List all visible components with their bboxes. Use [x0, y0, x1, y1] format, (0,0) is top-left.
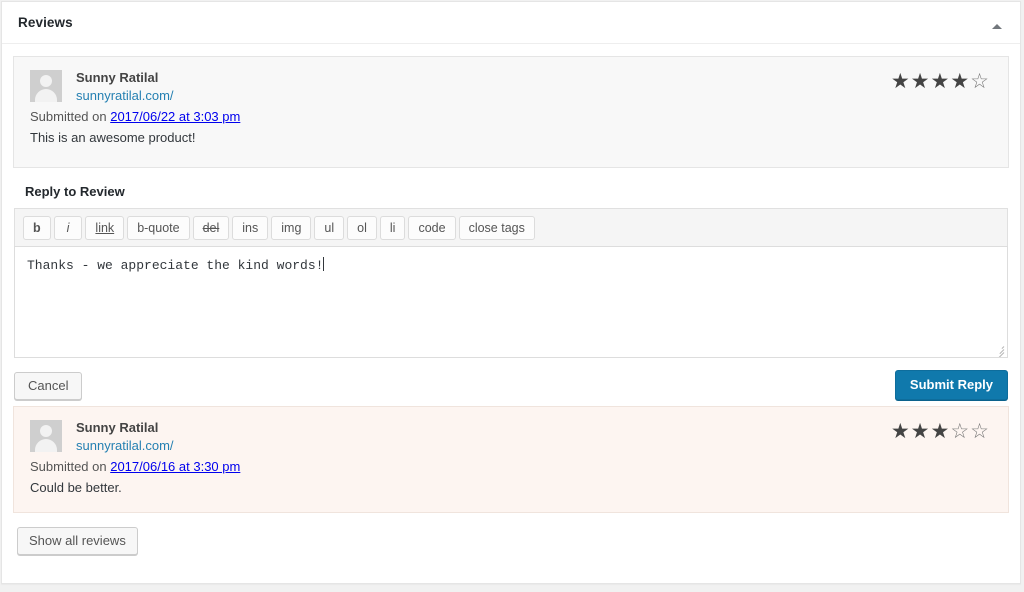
page-title: Reviews	[18, 15, 73, 30]
review-author-site[interactable]: sunnyratilal.com/	[76, 437, 992, 454]
submit-reply-button[interactable]: Submit Reply	[894, 370, 1008, 400]
stars-filled-icon: ★★★★	[890, 70, 971, 93]
review-meta: Submitted on 2017/06/16 at 3:30 pm	[30, 457, 992, 476]
resize-handle-icon[interactable]	[993, 344, 1005, 357]
quicktag-ol-button[interactable]: ol	[347, 216, 377, 240]
review-author-site-link[interactable]: sunnyratilal.com/	[76, 88, 174, 103]
avatar-head	[40, 75, 52, 87]
review-submitted-label: Submitted on	[30, 109, 111, 124]
quicktag-ins-button[interactable]: ins	[232, 216, 269, 240]
quicktag-code-button[interactable]: code	[408, 216, 456, 240]
stars-empty-icon: ☆☆	[950, 420, 990, 443]
cancel-button[interactable]: Cancel	[14, 372, 83, 400]
quicktag-link-button[interactable]: link	[85, 216, 125, 240]
stars-empty-icon: ☆	[970, 70, 990, 93]
quicktag-close-tags-button[interactable]: close tags	[458, 216, 535, 240]
reviews-metabox: Reviews Sunny Ratilal sunnyratilal.com/ …	[1, 1, 1021, 584]
review-date-link[interactable]: 2017/06/22 at 3:03 pm	[110, 109, 240, 124]
review-author: Sunny Ratilal	[76, 70, 159, 85]
caret-up-glyph	[992, 24, 1002, 29]
quicktag-italic-button[interactable]: i	[53, 216, 83, 240]
panel-body: Sunny Ratilal sunnyratilal.com/ Submitte…	[2, 56, 1020, 513]
review-author-site-link[interactable]: sunnyratilal.com/	[76, 438, 174, 453]
panel-header: Reviews	[2, 2, 1020, 44]
quicktag-del-button[interactable]: del	[192, 216, 230, 240]
quicktag-blockquote-button[interactable]: b-quote	[127, 216, 190, 240]
reply-textarea-value: Thanks - we appreciate the kind words!	[27, 258, 324, 273]
review-text: Could be better.	[30, 480, 122, 495]
quicktags-toolbar: b i link b-quote del ins img ul ol li code close ta…	[14, 208, 1008, 246]
text-cursor	[323, 257, 325, 271]
caret-up-icon[interactable]	[985, 12, 1009, 34]
reply-actions: Cancel Submit Reply	[14, 358, 1008, 406]
review-item-pending: Sunny Ratilal sunnyratilal.com/ Submitte…	[13, 406, 1009, 513]
panel-footer: Show all reviews	[2, 516, 1020, 583]
review-meta: Submitted on 2017/06/22 at 3:03 pm	[30, 107, 992, 126]
avatar-head	[40, 425, 52, 437]
review-submitted-label: Submitted on	[30, 459, 111, 474]
quicktag-bold-button[interactable]: b	[23, 216, 51, 240]
show-all-reviews-button[interactable]: Show all reviews	[17, 527, 138, 555]
avatar-body	[35, 439, 57, 452]
quicktag-ul-button[interactable]: ul	[314, 216, 345, 240]
avatar	[30, 420, 62, 452]
review-author: Sunny Ratilal	[76, 420, 159, 435]
review-author-site[interactable]: sunnyratilal.com/	[76, 87, 992, 104]
review-date-link[interactable]: 2017/06/16 at 3:30 pm	[110, 459, 240, 474]
status-badge-rating: ★★★★☆	[891, 71, 990, 92]
quicktag-li-button[interactable]: li	[379, 216, 406, 240]
review-text: This is an awesome product!	[30, 130, 196, 145]
stars-filled-icon: ★★★	[890, 420, 951, 443]
status-badge-rating: ★★★☆☆	[891, 421, 990, 442]
reply-form-label: Reply to Review	[25, 184, 125, 199]
reply-textarea[interactable]: Thanks - we appreciate the kind words!	[14, 246, 1008, 358]
avatar	[30, 70, 62, 102]
reply-form: Reply to Review b i link b-quote del ins img ul…	[2, 184, 1020, 406]
review-item-approved: Sunny Ratilal sunnyratilal.com/ Submitte…	[13, 56, 1009, 168]
quicktag-img-button[interactable]: img	[271, 216, 312, 240]
avatar-body	[35, 89, 57, 102]
